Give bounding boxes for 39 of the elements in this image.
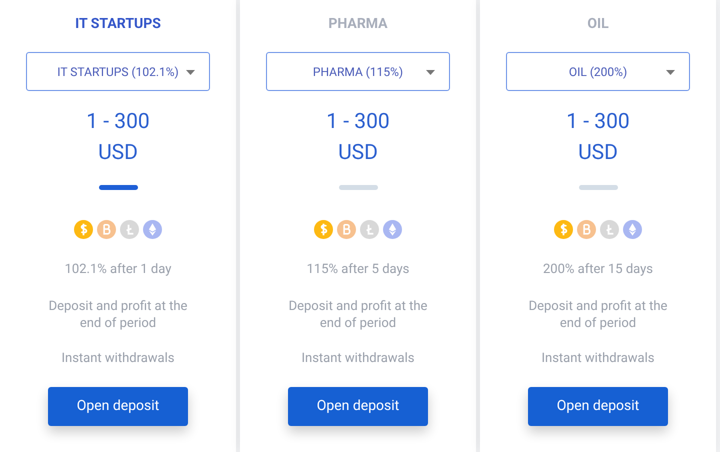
currency-label: USD: [338, 140, 378, 167]
dollar-coin-icon: [314, 220, 333, 239]
ethereum-coin-icon: [623, 220, 642, 239]
terms-text: Deposit and profit at the end of period: [288, 298, 428, 332]
withdrawals-text: Instant withdrawals: [301, 351, 414, 367]
amount-range: 1 - 300: [566, 109, 630, 136]
open-deposit-button[interactable]: Open deposit: [48, 387, 188, 426]
caret-icon: [666, 70, 675, 75]
ethereum-coin-icon: [143, 220, 162, 239]
plan-dropdown[interactable]: IT STARTUPS (102.1%): [26, 52, 210, 91]
terms-text: Deposit and profit at the end of period: [48, 298, 188, 332]
return-text: 115% after 5 days: [306, 262, 410, 278]
plan-dropdown[interactable]: PHARMA (115%): [266, 52, 450, 91]
return-text: 200% after 15 days: [542, 262, 654, 278]
caret-icon: [426, 70, 435, 75]
amount-range: 1 - 300: [86, 109, 150, 136]
withdrawals-text: Instant withdrawals: [61, 351, 174, 367]
plan-dropdown[interactable]: OIL (200%): [506, 52, 690, 91]
withdrawals-text: Instant withdrawals: [541, 351, 654, 367]
litecoin-coin-icon: [360, 220, 379, 239]
dollar-coin-icon: [74, 220, 93, 239]
open-deposit-button[interactable]: Open deposit: [288, 387, 428, 426]
plan-title: PHARMA: [328, 15, 388, 33]
bitcoin-coin-icon: [337, 220, 356, 239]
return-text: 102.1% after 1 day: [64, 262, 172, 278]
currency-label: USD: [578, 140, 618, 167]
litecoin-coin-icon: [600, 220, 619, 239]
currency-label: USD: [98, 140, 138, 167]
litecoin-coin-icon: [120, 220, 139, 239]
caret-icon: [186, 70, 195, 75]
terms-text: Deposit and profit at the end of period: [528, 298, 668, 332]
bitcoin-coin-icon: [577, 220, 596, 239]
plan-title: OIL: [587, 15, 609, 33]
ethereum-coin-icon: [383, 220, 402, 239]
plan-title: IT STARTUPS: [75, 15, 161, 33]
dollar-coin-icon: [554, 220, 573, 239]
open-deposit-button[interactable]: Open deposit: [528, 387, 668, 426]
bitcoin-coin-icon: [97, 220, 116, 239]
amount-range: 1 - 300: [326, 109, 390, 136]
